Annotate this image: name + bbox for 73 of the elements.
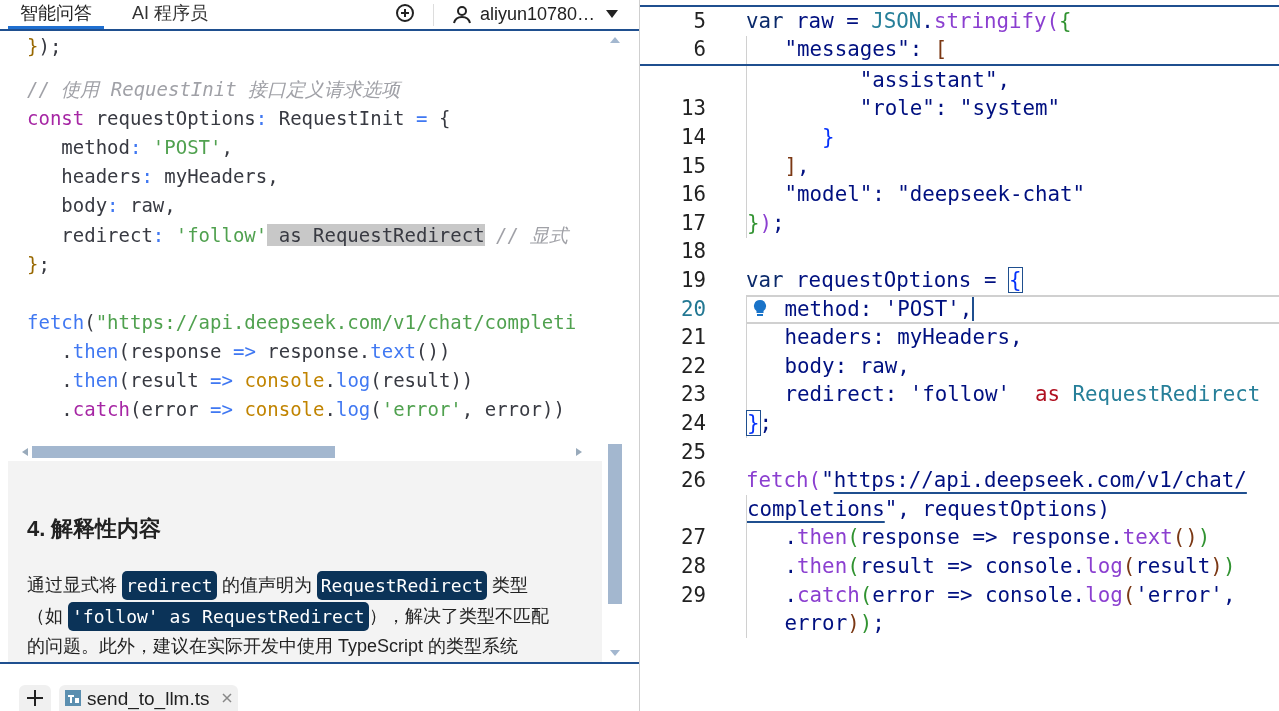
- code-line: const requestOptions: RequestInit = {: [27, 106, 451, 132]
- code-line: "messages": [: [784, 36, 948, 64]
- plus-icon: [26, 689, 44, 707]
- code-line: var requestOptions = {: [746, 267, 1022, 295]
- line-number: 20: [680, 295, 706, 323]
- code-line: }: [822, 124, 835, 152]
- code-line: error));: [784, 610, 885, 638]
- code-line: "assistant",: [859, 66, 1010, 94]
- code-line: headers: myHeaders,: [61, 164, 279, 190]
- line-number: 22: [680, 352, 706, 380]
- user-name[interactable]: aliyun10780…: [479, 5, 595, 23]
- file-name: send_to_llm.ts: [87, 688, 210, 708]
- scroll-down-icon[interactable]: [610, 650, 620, 656]
- section-heading: 4. 解释性内容: [27, 514, 163, 543]
- tab[interactable]: AI 程序员: [120, 0, 220, 29]
- scroll-up-icon[interactable]: [610, 37, 620, 43]
- code-line: });: [747, 209, 785, 237]
- scroll-left-icon[interactable]: [22, 447, 28, 456]
- line-number: 17: [680, 209, 706, 237]
- code-line: ],: [784, 152, 810, 180]
- typescript-file-icon: [65, 690, 81, 706]
- code-line: redirect: 'follow' as RequestRedirect: [784, 381, 1261, 409]
- line-number: 18: [680, 238, 706, 266]
- code-line: .then(response => response.text()): [784, 524, 1211, 552]
- line-number: 25: [680, 438, 706, 466]
- line-number: 13: [680, 95, 706, 123]
- code-line: headers: myHeaders,: [784, 324, 1023, 352]
- close-icon[interactable]: [221, 693, 232, 703]
- code-line: .then(response => response.text()): [61, 338, 451, 364]
- caret-down-icon[interactable]: [605, 9, 619, 19]
- line-number: 6: [693, 36, 706, 64]
- code-line: var raw = JSON.stringify({: [746, 7, 1072, 35]
- add-tab-button[interactable]: [19, 685, 51, 711]
- scroll-right-icon[interactable]: [576, 447, 582, 456]
- code-line: redirect: 'follow' as RequestRedirect // 显式: [61, 222, 569, 248]
- code-line: completions", requestOptions): [747, 495, 1111, 523]
- line-number: 26: [680, 467, 706, 495]
- line-number: 21: [680, 324, 706, 352]
- code-line: method: 'POST',: [61, 135, 233, 161]
- horizontal-scrollbar[interactable]: [32, 445, 335, 458]
- paragraph-line: 通过显式将 redirect 的值声明为 RequestRedirect 类型: [27, 570, 583, 601]
- line-number: 23: [680, 381, 706, 409]
- code-line: .then(result => console.log(result)): [784, 553, 1236, 580]
- code-line: .then(result => console.log(result)): [61, 367, 474, 393]
- code-line: });: [27, 34, 62, 60]
- code-line: "role": "system": [859, 95, 1061, 123]
- line-number: 16: [680, 181, 706, 209]
- code-line: .catch(error => console.log('error',: [784, 581, 1236, 609]
- text-cursor: [972, 297, 975, 322]
- line-number: 19: [680, 267, 706, 295]
- code-line: // 使用 RequestInit 接口定义请求选项: [27, 77, 401, 103]
- code-line: fetch("https://api.deepseek.com/v1/chat/: [746, 467, 1247, 495]
- line-number: 14: [680, 124, 706, 152]
- code-line: "model": "deepseek-chat": [784, 181, 1086, 209]
- line-number: 27: [680, 524, 706, 552]
- user-icon: [451, 4, 472, 24]
- line-number: 24: [680, 410, 706, 437]
- line-number: 29: [680, 581, 706, 609]
- line-number: 28: [680, 553, 706, 580]
- code-line: fetch("https://api.deepseek.com/v1/chat/completi: [27, 309, 577, 335]
- vertical-scrollbar[interactable]: [608, 444, 622, 604]
- paragraph-line: 的问题。此外，建议在实际开发中使用 TypeScript 的类型系统: [27, 635, 520, 659]
- lightbulb-icon[interactable]: [753, 298, 767, 319]
- line-number: 15: [680, 152, 706, 180]
- line-number: 5: [693, 7, 706, 35]
- code-line: body: raw,: [784, 352, 910, 380]
- code-line: method: 'POST',: [784, 295, 973, 323]
- code-line: .catch(error => console.log('error', error)): [61, 396, 565, 422]
- file-tab[interactable]: send_to_llm.ts: [59, 685, 238, 711]
- code-line: };: [747, 410, 773, 438]
- add-icon[interactable]: [394, 3, 415, 23]
- code-line: body: raw,: [61, 193, 176, 219]
- code-line: };: [27, 251, 50, 277]
